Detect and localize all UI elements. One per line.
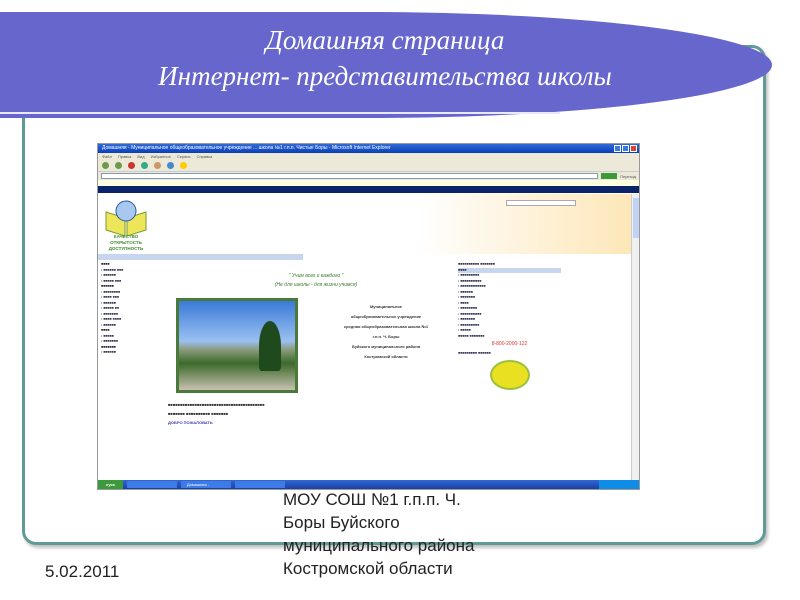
start-button: пуск xyxy=(98,480,123,489)
welcome-heading: ДОБРО ПОЖАЛОВАТЬ xyxy=(168,420,213,425)
search-icon xyxy=(167,162,174,169)
browser-screenshot: Домашняя - Муниципальное общеобразовател… xyxy=(97,143,640,490)
page-scrollbar xyxy=(631,194,639,480)
minimize-icon xyxy=(614,145,621,152)
school-name: Муниципальное общеобразовательное учрежде… xyxy=(343,304,429,359)
menu-tools: Сервис xyxy=(176,154,191,159)
title-line-1: Домашняя страница xyxy=(265,25,505,55)
breadcrumb xyxy=(98,254,303,260)
footer-line: МОУ СОШ №1 г.п.п. Ч. xyxy=(283,490,461,509)
menu-bar: Файл Правка Вид Избранное Сервис Справка xyxy=(98,153,639,160)
logo-text: КАЧЕСТВО ОТКРЫТОСТЬ ДОСТУПНОСТЬ xyxy=(108,234,144,251)
taskbar-item xyxy=(126,481,177,488)
footer-line: муниципального района xyxy=(283,536,475,555)
motto: " Учим всех и каждого " xyxy=(288,273,344,279)
back-icon xyxy=(102,162,109,169)
footer-line: Боры Буйского xyxy=(283,513,400,532)
slide-footer: МОУ СОШ №1 г.п.п. Ч. Боры Буйского муниц… xyxy=(283,488,474,580)
site-navbar xyxy=(98,186,639,193)
project-badge-icon xyxy=(489,360,530,390)
main-content: " Учим всех и каждого " (Не для школы - … xyxy=(166,262,466,480)
address-field xyxy=(101,173,599,179)
menu-view: Вид xyxy=(137,154,145,159)
menu-edit: Правка xyxy=(117,154,132,159)
refresh-icon xyxy=(141,162,148,169)
window-title: Домашняя - Муниципальное общеобразовател… xyxy=(102,145,391,151)
hotline-phone: 8-800-2000-122 xyxy=(491,341,528,347)
menu-help: Справка xyxy=(196,154,213,159)
title-line-2: Интернет- представительства школы xyxy=(158,61,612,91)
slide-date: 5.02.2011 xyxy=(45,562,120,581)
footer-line: Костромской области xyxy=(283,559,453,578)
address-bar: Переход xyxy=(98,172,639,180)
system-tray xyxy=(599,480,639,489)
go-label: Переход xyxy=(620,173,636,179)
home-icon xyxy=(154,162,161,169)
site-search-select xyxy=(506,200,576,206)
school-photo xyxy=(176,298,298,393)
web-page: КАЧЕСТВО ОТКРЫТОСТЬ ДОСТУПНОСТЬ ■■■■ • ■■■■… xyxy=(98,194,639,480)
contacts: ■■■■■■■■■■■■■■■■■■■■■■■■■■■■■■■■■■■■■■■■… xyxy=(168,400,458,427)
go-button xyxy=(601,173,618,179)
favorites-icon xyxy=(180,162,187,169)
maximize-icon xyxy=(622,145,629,152)
menu-favorites: Избранное xyxy=(150,154,171,159)
site-header: КАЧЕСТВО ОТКРЫТОСТЬ ДОСТУПНОСТЬ xyxy=(98,194,631,254)
right-column: ■■■■■■■■■■ ■■■■■■■ ■■■■ • ■■■■■■■■■ • ■■■… xyxy=(458,262,561,480)
forward-icon xyxy=(115,162,122,169)
close-icon xyxy=(630,145,637,152)
slide-title: Домашняя страница Интернет- представител… xyxy=(0,22,760,94)
stop-icon xyxy=(128,162,135,169)
window-titlebar: Домашняя - Муниципальное общеобразовател… xyxy=(98,144,639,153)
motto-subtitle: (Не для школы - для жизни учимся) xyxy=(274,282,358,288)
taskbar-item-browser: Домашняя - Micros... xyxy=(180,481,231,488)
left-nav: ■■■■ • ■■■■■■ ■■■ • ■■■■■■ • ■■■■■ ■■■ ■■■■… xyxy=(101,262,124,354)
browser-toolbar xyxy=(98,160,639,172)
taskbar-item xyxy=(234,481,285,488)
menu-file: Файл xyxy=(102,154,112,159)
